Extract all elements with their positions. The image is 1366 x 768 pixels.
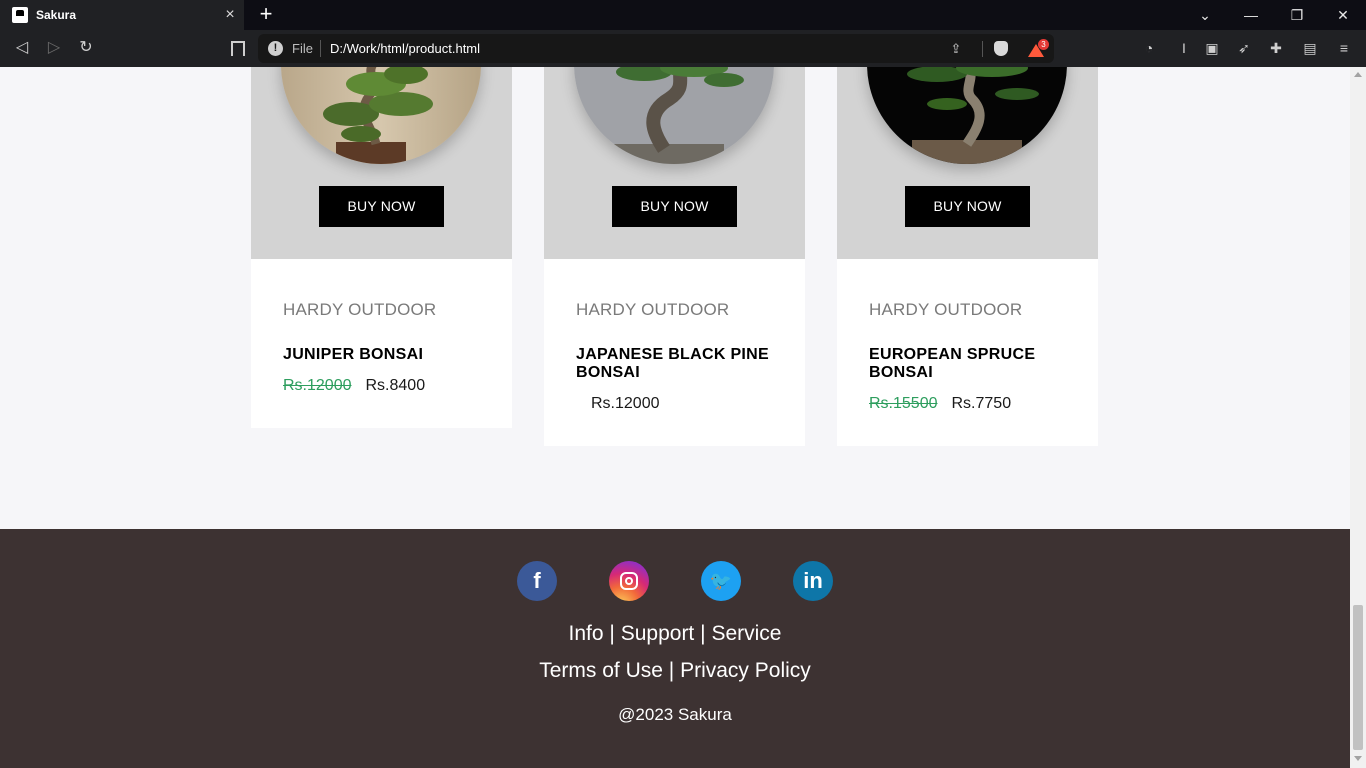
tab-title: Sakura bbox=[36, 8, 77, 22]
footer-links-legal: Terms of Use | Privacy Policy bbox=[0, 659, 1350, 683]
share-icon[interactable]: ⇪ bbox=[948, 41, 964, 57]
sidebar-icon[interactable]: ▣ bbox=[1203, 39, 1221, 57]
buy-now-button[interactable]: BUY NOW bbox=[612, 186, 737, 227]
terms-of-use-link[interactable]: Terms of Use bbox=[539, 659, 663, 682]
address-scheme: File bbox=[292, 41, 313, 56]
linkedin-icon[interactable]: in bbox=[793, 561, 833, 601]
scroll-up-icon[interactable] bbox=[1354, 72, 1362, 77]
japanese-black-pine-bonsai-photo bbox=[574, 67, 774, 164]
wallet-icon[interactable]: ▤ bbox=[1301, 39, 1319, 57]
address-url[interactable]: D:/Work/html/product.html bbox=[330, 41, 480, 56]
product-name: EUROPEAN SPRUCE BONSAI bbox=[869, 346, 1036, 381]
service-link[interactable]: Service bbox=[711, 622, 781, 645]
address-divider bbox=[320, 40, 321, 57]
brave-shields-icon[interactable] bbox=[992, 39, 1010, 59]
extensions-puzzle-icon[interactable]: ✚ bbox=[1267, 39, 1285, 57]
rewards-badge: 3 bbox=[1038, 39, 1049, 50]
product-image-area: BUY NOW bbox=[544, 67, 805, 259]
browser-toolbar: ◁ ▷ ↻ ! File D:/Work/html/product.html ⇪… bbox=[0, 30, 1366, 67]
product-card: BUY NOW HARDY OUTDOOR EUROPEAN SPRUCE BO… bbox=[837, 67, 1098, 446]
omnibox-divider bbox=[982, 41, 983, 57]
product-image-area: BUY NOW bbox=[837, 67, 1098, 259]
site-info-icon[interactable]: ! bbox=[268, 41, 283, 56]
instagram-icon[interactable] bbox=[609, 561, 649, 601]
product-name: JUNIPER BONSAI bbox=[283, 346, 424, 363]
product-name: JAPANESE BLACK PINE BONSAI bbox=[576, 346, 769, 381]
product-card: BUY NOW HARDY OUTDOOR JUNIPER BONSAI Rs.… bbox=[251, 67, 512, 428]
menu-icon[interactable]: ≡ bbox=[1335, 39, 1353, 57]
extension-arrow-icon[interactable]: ➶ bbox=[1235, 39, 1253, 57]
new-tab-button[interactable]: + bbox=[256, 3, 276, 25]
product-image-area: BUY NOW bbox=[251, 67, 512, 259]
reload-icon[interactable]: ↻ bbox=[76, 38, 96, 58]
product-category: HARDY OUTDOOR bbox=[576, 300, 730, 319]
european-spruce-bonsai-photo bbox=[867, 67, 1067, 164]
extension-speed-icon[interactable]: ◔ bbox=[1140, 39, 1158, 57]
page-scrollbar[interactable] bbox=[1350, 67, 1366, 768]
old-price: Rs.15500 bbox=[869, 395, 938, 412]
info-link[interactable]: Info bbox=[569, 622, 604, 645]
product-price: Rs.15500 Rs.7750 bbox=[869, 395, 1011, 413]
link-separator: | bbox=[609, 622, 615, 645]
product-price: Rs.12000 bbox=[576, 395, 660, 413]
current-price: Rs.12000 bbox=[591, 395, 660, 412]
link-separator: | bbox=[700, 622, 706, 645]
page-viewport: BUY NOW HARDY OUTDOOR JUNIPER BONSAI Rs.… bbox=[0, 67, 1350, 768]
buy-now-button[interactable]: BUY NOW bbox=[319, 186, 444, 227]
forward-arrow-icon[interactable]: ▷ bbox=[44, 38, 64, 58]
current-price: Rs.7750 bbox=[951, 395, 1012, 412]
support-link[interactable]: Support bbox=[621, 622, 695, 645]
copyright-text: @2023 Sakura bbox=[618, 705, 732, 724]
close-window-button[interactable]: ✕ bbox=[1320, 0, 1366, 30]
back-arrow-icon[interactable]: ◁ bbox=[12, 38, 32, 58]
old-price: Rs.12000 bbox=[283, 377, 352, 394]
link-separator: | bbox=[668, 659, 675, 682]
scroll-down-icon[interactable] bbox=[1354, 756, 1362, 761]
tab-strip: Sakura × + ⌄ — ❐ ✕ bbox=[0, 0, 1366, 30]
footer-links-primary: Info | Support | Service bbox=[0, 622, 1350, 646]
twitter-icon[interactable]: 🐦 bbox=[701, 561, 741, 601]
product-category: HARDY OUTDOOR bbox=[869, 300, 1023, 319]
product-price: Rs.12000 Rs.8400 bbox=[283, 377, 425, 395]
current-price: Rs.8400 bbox=[365, 377, 426, 394]
brave-rewards-icon[interactable]: 3 bbox=[1026, 39, 1049, 60]
scrollbar-thumb[interactable] bbox=[1353, 605, 1363, 750]
product-card: BUY NOW HARDY OUTDOOR JAPANESE BLACK PIN… bbox=[544, 67, 805, 446]
product-category: HARDY OUTDOOR bbox=[283, 300, 437, 319]
sakura-favicon-icon bbox=[12, 7, 28, 23]
bookmark-icon[interactable] bbox=[227, 38, 245, 58]
tab-close-icon[interactable]: × bbox=[222, 7, 238, 23]
restore-button[interactable]: ❐ bbox=[1274, 0, 1320, 30]
tab-search-chevron-icon[interactable]: ⌄ bbox=[1182, 0, 1228, 30]
facebook-icon[interactable]: f bbox=[517, 561, 557, 601]
text-cursor-extension-icon[interactable]: I bbox=[1175, 39, 1193, 57]
tab-sakura[interactable]: Sakura × bbox=[0, 0, 244, 30]
minimize-button[interactable]: — bbox=[1228, 0, 1274, 30]
juniper-bonsai-photo bbox=[281, 67, 481, 164]
buy-now-button[interactable]: BUY NOW bbox=[905, 186, 1030, 227]
site-footer: f 🐦 in Info | Support | Service Terms of… bbox=[0, 529, 1350, 768]
address-bar[interactable]: ! File D:/Work/html/product.html ⇪ 3 bbox=[258, 34, 1054, 63]
privacy-policy-link[interactable]: Privacy Policy bbox=[680, 659, 811, 682]
